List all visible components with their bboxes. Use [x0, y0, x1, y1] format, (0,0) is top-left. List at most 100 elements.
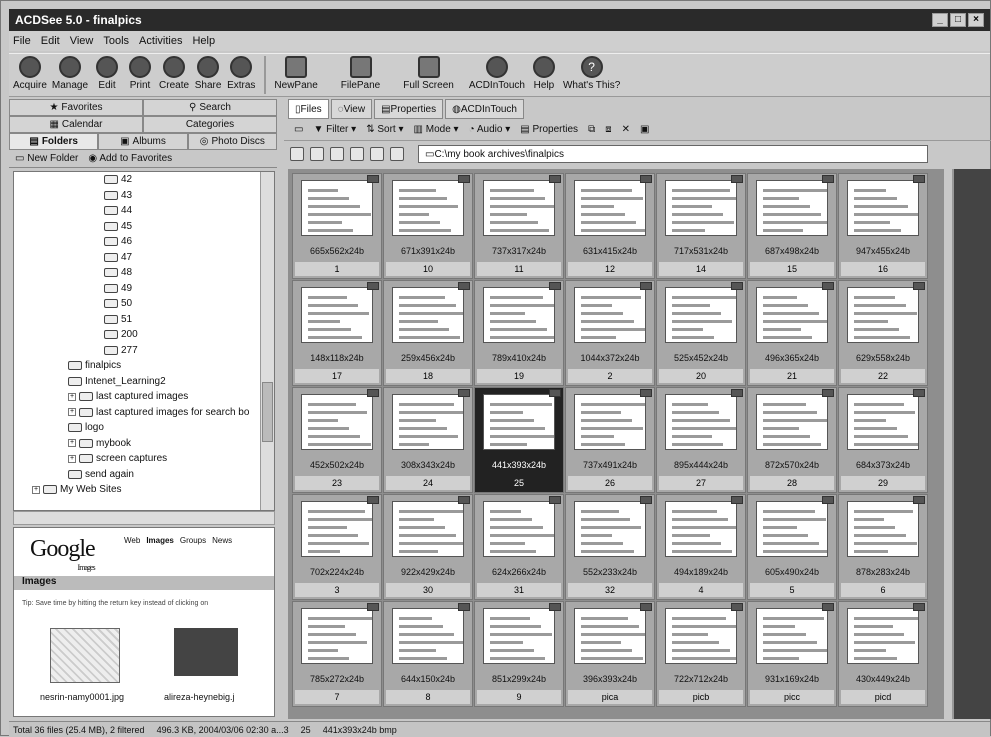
close-button[interactable]: ×	[968, 13, 984, 27]
tree-item[interactable]: + screen captures	[14, 451, 274, 467]
tab-photo-discs[interactable]: ◎ Photo Discs	[187, 133, 277, 150]
thumbnail-item[interactable]: 737x317x24b 11	[474, 173, 564, 279]
menu-activities[interactable]: Activities	[139, 35, 182, 47]
tree-item[interactable]: + last captured images for search bo	[14, 405, 274, 421]
acdintouch-button[interactable]: ACDInTouch	[469, 54, 525, 91]
tab-albums[interactable]: ▣ Albums	[98, 133, 188, 150]
new-folder-button[interactable]: ▭ New Folder	[15, 153, 78, 164]
thumbnail-item[interactable]: 494x189x24b 4	[656, 494, 746, 600]
thumbnail-item[interactable]: 430x449x24b picd	[838, 601, 928, 707]
tree-item[interactable]: Intenet_Learning2	[14, 374, 274, 390]
delete-icon[interactable]: ✕	[622, 124, 630, 135]
tree-item[interactable]: 200	[14, 327, 274, 343]
thumbnail-item[interactable]: 878x283x24b 6	[838, 494, 928, 600]
audio-button[interactable]: ◔ Audio ▾	[469, 124, 511, 135]
create-button[interactable]: Create	[159, 54, 189, 91]
history-icon[interactable]	[370, 147, 384, 161]
manage-button[interactable]: Manage	[52, 54, 88, 91]
title-bar[interactable]: ACDSee 5.0 - finalpics _ □ ×	[9, 9, 990, 31]
forward-icon[interactable]	[310, 147, 324, 161]
menu-view[interactable]: View	[70, 35, 94, 47]
tab-acdintouch[interactable]: ◍ ACDInTouch	[445, 99, 524, 119]
expand-icon[interactable]: +	[32, 485, 40, 494]
thumbnail-item[interactable]: 717x531x24b 14	[656, 173, 746, 279]
thumbnail-item[interactable]: 671x391x24b 10	[383, 173, 473, 279]
tree-item[interactable]: finalpics	[14, 358, 274, 374]
menu-tools[interactable]: Tools	[103, 35, 129, 47]
thumbnail-item[interactable]: 308x343x24b 24	[383, 387, 473, 493]
add-to-favorites-button[interactable]: ◉ Add to Favorites	[88, 153, 172, 164]
menu-file[interactable]: File	[13, 35, 31, 47]
tree-item[interactable]: send again	[14, 467, 274, 483]
thumbnail-item[interactable]: 789x410x24b 19	[474, 280, 564, 386]
tree-item[interactable]: 44	[14, 203, 274, 219]
thumbnail-item[interactable]: 722x712x24b picb	[656, 601, 746, 707]
thumbnail-item[interactable]: 496x365x24b 21	[747, 280, 837, 386]
maximize-button[interactable]: □	[950, 13, 966, 27]
thumbnail-item[interactable]: 452x502x24b 23	[292, 387, 382, 493]
extras-button[interactable]: Extras	[227, 54, 255, 91]
tree-item[interactable]: 45	[14, 219, 274, 235]
mode-button[interactable]: ▥ Mode ▾	[414, 124, 459, 135]
help-button[interactable]: Help	[530, 54, 558, 91]
thumbnail-item[interactable]: 737x491x24b 26	[565, 387, 655, 493]
expand-icon[interactable]: +	[68, 408, 76, 417]
filepane-button[interactable]: FilePane	[341, 54, 380, 91]
whats-this-button[interactable]: ? What's This?	[563, 54, 620, 91]
folder-up-icon[interactable]: ▭	[294, 124, 303, 135]
folder-tree[interactable]: 42 43 44 45 46 47 48 49 50 51 200 277 finalpics Inten…	[13, 171, 275, 511]
tree-item[interactable]: 43	[14, 188, 274, 204]
tab-view[interactable]: ◌ View	[330, 99, 373, 119]
grid-vertical-scrollbar[interactable]	[952, 169, 991, 719]
thumbnail-item[interactable]: 702x224x24b 3	[292, 494, 382, 600]
tree-item[interactable]: 47	[14, 250, 274, 266]
refresh-icon[interactable]	[350, 147, 364, 161]
tab-search[interactable]: ⚲ Search	[143, 99, 277, 116]
back-icon[interactable]	[290, 147, 304, 161]
thumbnail-item[interactable]: 931x169x24b picc	[747, 601, 837, 707]
tab-favorites[interactable]: ★ Favorites	[9, 99, 143, 116]
scrollbar-thumb[interactable]	[262, 382, 273, 442]
tab-calendar[interactable]: ▦ Calendar	[9, 116, 143, 133]
share-button[interactable]: Share	[194, 54, 222, 91]
copy-icon[interactable]: ⧉	[588, 124, 595, 135]
tree-vertical-scrollbar[interactable]	[260, 172, 274, 510]
edit-button[interactable]: Edit	[93, 54, 121, 91]
thumbnail-item[interactable]: 687x498x24b 15	[747, 173, 837, 279]
thumbnail-grid[interactable]: 665x562x24b 1 671x391x24b 10 737x317x24b 11 63…	[288, 169, 944, 719]
thumbnail-item[interactable]: 629x558x24b 22	[838, 280, 928, 386]
print-button[interactable]: Print	[126, 54, 154, 91]
thumbnail-item[interactable]: 396x393x24b pica	[565, 601, 655, 707]
tree-item[interactable]: 42	[14, 172, 274, 188]
tree-item[interactable]: 49	[14, 281, 274, 297]
menu-help[interactable]: Help	[192, 35, 215, 47]
thumbnail-item[interactable]: 552x233x24b 32	[565, 494, 655, 600]
move-icon[interactable]: ⧈	[605, 124, 611, 135]
tree-item[interactable]: + My Web Sites	[14, 482, 274, 498]
acquire-button[interactable]: Acquire	[13, 54, 47, 91]
thumbnail-item[interactable]: 922x429x24b 30	[383, 494, 473, 600]
thumbnail-item[interactable]: 851x299x24b 9	[474, 601, 564, 707]
thumbnail-item[interactable]: 947x455x24b 16	[838, 173, 928, 279]
tab-files[interactable]: ▯ Files	[288, 99, 329, 119]
tree-item[interactable]: logo	[14, 420, 274, 436]
tree-item[interactable]: + last captured images	[14, 389, 274, 405]
thumbnail-item[interactable]: 872x570x24b 28	[747, 387, 837, 493]
fullscreen-button[interactable]: Full Screen	[403, 54, 454, 91]
thumbnail-item[interactable]: 895x444x24b 27	[656, 387, 746, 493]
menu-edit[interactable]: Edit	[41, 35, 60, 47]
tree-horizontal-scrollbar[interactable]	[13, 511, 275, 525]
tree-item[interactable]: 48	[14, 265, 274, 281]
sort-button[interactable]: ⇅ Sort ▾	[366, 124, 403, 135]
bookmark-icon[interactable]	[390, 147, 404, 161]
filter-button[interactable]: ▼ Filter ▾	[313, 124, 356, 135]
thumbnail-item[interactable]: 665x562x24b 1	[292, 173, 382, 279]
thumbnail-item[interactable]: 148x118x24b 17	[292, 280, 382, 386]
thumbnail-item[interactable]: 644x150x24b 8	[383, 601, 473, 707]
newpane-button[interactable]: NewPane	[274, 54, 318, 91]
thumbnail-item[interactable]: 624x266x24b 31	[474, 494, 564, 600]
path-field[interactable]: ▭ C:\my book archives\finalpics	[418, 145, 928, 163]
minimize-button[interactable]: _	[932, 13, 948, 27]
thumbnail-item[interactable]: 1044x372x24b 2	[565, 280, 655, 386]
tree-item[interactable]: 277	[14, 343, 274, 359]
